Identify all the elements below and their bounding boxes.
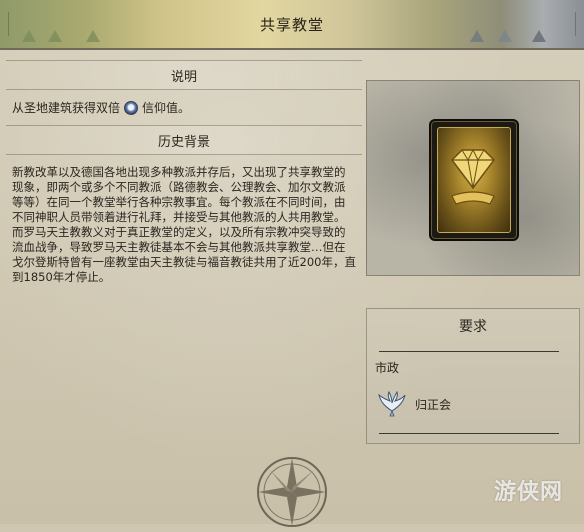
description-text-after: 信仰值。: [142, 101, 191, 115]
faith-icon: [124, 100, 139, 115]
building-card: [429, 119, 519, 241]
requirements-header: 要求: [367, 309, 579, 343]
civic-requirement[interactable]: 归正会: [377, 391, 451, 417]
requirements-header-text: 要求: [459, 319, 487, 335]
card-face: [437, 127, 511, 233]
watermark: 游侠网: [494, 480, 564, 505]
description-text: 从圣地建筑获得双倍 信仰值。: [6, 90, 362, 125]
description-header: 说明: [6, 60, 362, 90]
building-card-panel: [366, 80, 580, 276]
info-column: 说明 从圣地建筑获得双倍 信仰值。 历史背景 新教改革以及德国各地出现多种教派并…: [6, 60, 362, 285]
divider: [379, 351, 559, 352]
history-header: 历史背景: [6, 125, 362, 155]
civic-label: 市政: [375, 361, 400, 375]
history-text: 新教改革以及德国各地出现多种教派并存后，又出现了共享教堂的现象，即两个或多个不同…: [12, 165, 356, 284]
diamond-gem-icon: [451, 148, 495, 205]
description-header-text: 说明: [170, 69, 197, 85]
winged-dove-icon: [378, 391, 406, 417]
description-text-before: 从圣地建筑获得双倍: [12, 101, 121, 115]
civic-name: 归正会: [415, 397, 452, 412]
window-title-text: 共享教堂: [259, 15, 324, 34]
divider: [379, 433, 559, 434]
history-header-text: 历史背景: [157, 134, 210, 150]
compass-rose-icon: [257, 457, 327, 527]
requirements-panel: 要求 市政 归正会: [366, 308, 580, 444]
window-title: 共享教堂: [6, 4, 578, 44]
